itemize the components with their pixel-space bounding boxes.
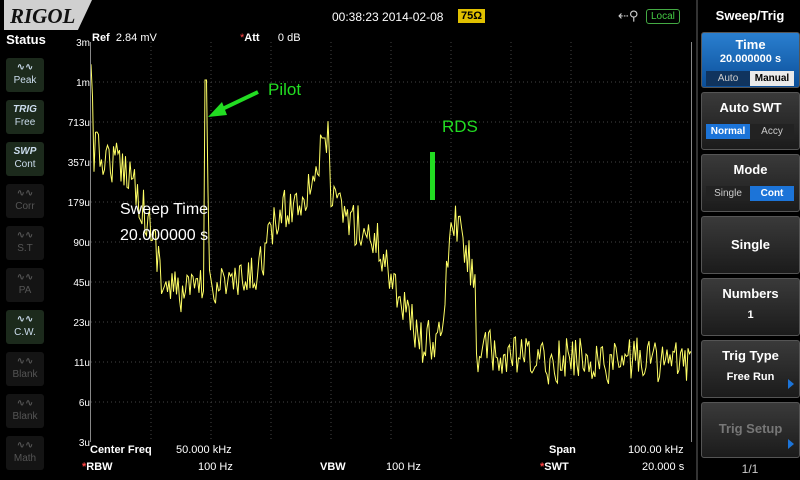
time-manual-option[interactable]: Manual — [750, 71, 794, 86]
single-softkey[interactable]: Single — [701, 216, 800, 274]
numbers-softkey[interactable]: Numbers 1 — [701, 278, 800, 336]
y-tick-label: 90u — [73, 238, 90, 249]
status-blank-indicator: ∿∿ Blank — [6, 352, 44, 386]
cw-icon: ∿∿ — [16, 314, 34, 325]
span-label: Span — [549, 444, 576, 456]
vbw-value: 100 Hz — [386, 461, 421, 473]
trig-type-value: Free Run — [726, 371, 775, 383]
rbw-value: 100 Hz — [198, 461, 233, 473]
trig-type-softkey[interactable]: Trig Type Free Run — [701, 340, 800, 398]
mode-single-option[interactable]: Single — [706, 186, 750, 201]
remote-state-badge: Local — [646, 9, 680, 24]
sweep-time-annotation-line1: Sweep Time — [120, 201, 209, 218]
auto-swt-label: Auto SWT — [719, 100, 782, 115]
submenu-arrow-icon — [788, 379, 794, 389]
auto-swt-softkey[interactable]: Auto SWT Normal Accy — [701, 92, 800, 150]
center-freq-label: Center Freq — [90, 444, 152, 456]
status-label: Corr — [15, 201, 35, 212]
auto-swt-normal-option[interactable]: Normal — [706, 124, 750, 139]
span-value: 100.00 kHz — [628, 444, 684, 456]
swt-label: SWT — [544, 461, 569, 473]
status-label: S.T — [17, 243, 33, 254]
rds-marker — [430, 152, 435, 200]
sweep-time-annotation-line2: 20.000000 s — [120, 227, 209, 244]
swt-readout: *SWT — [540, 461, 569, 473]
y-tick-label: 3u — [78, 438, 90, 449]
y-tick-label: 6u — [78, 398, 90, 409]
y-tick-label: 11u — [74, 358, 90, 369]
time-value: 20.000000 s — [719, 53, 782, 65]
auto-swt-accy-option[interactable]: Accy — [750, 124, 794, 139]
pilot-arrow-icon — [208, 90, 259, 117]
swp-icon: SWP — [13, 146, 37, 157]
time-auto-option[interactable]: Auto — [706, 71, 750, 86]
pa-icon: ∿∿ — [16, 272, 34, 283]
status-free-indicator: TRIG Free — [6, 100, 44, 134]
time-label: Time — [735, 37, 766, 52]
trig-setup-label: Trig Setup — [718, 421, 783, 436]
status-blank-indicator: ∿∿ Blank — [6, 394, 44, 428]
brand-text: RIGOL — [10, 4, 76, 28]
spectrum-trace — [91, 64, 691, 385]
rbw-label: RBW — [86, 461, 113, 473]
blank-icon: ∿∿ — [16, 398, 34, 409]
rds-annotation: RDS — [442, 117, 478, 136]
y-tick-label: 1m — [76, 78, 90, 89]
menu-title: Sweep/Trig — [715, 8, 785, 23]
y-tick-label: 45u — [73, 278, 90, 289]
time-softkey[interactable]: Time 20.000000 s Auto Manual — [701, 32, 800, 88]
impedance-badge: 75Ω — [458, 9, 486, 23]
status-label: Cont — [14, 159, 36, 170]
numbers-label: Numbers — [722, 286, 779, 301]
mode-cont-option[interactable]: Cont — [750, 186, 794, 201]
trig-type-label: Trig Type — [722, 348, 779, 363]
status-pa-indicator: ∿∿ PA — [6, 268, 44, 302]
trig-setup-softkey[interactable]: Trig Setup — [701, 402, 800, 458]
peak-icon: ∿∿ — [16, 62, 34, 73]
status-label: Free — [14, 117, 36, 128]
mode-softkey[interactable]: Mode Single Cont — [701, 154, 800, 212]
status-title: Status — [6, 32, 46, 47]
st-icon: ∿∿ — [16, 230, 34, 241]
vbw-label: VBW — [320, 461, 346, 473]
mode-label: Mode — [733, 162, 768, 177]
center-freq-value: 50.000 kHz — [176, 444, 232, 456]
corr-icon: ∿∿ — [16, 188, 34, 199]
status-math-indicator: ∿∿ Math — [6, 436, 44, 470]
auto-swt-toggle[interactable]: Normal Accy — [706, 124, 794, 139]
status-label: Peak — [13, 75, 37, 86]
mode-toggle[interactable]: Single Cont — [706, 186, 794, 201]
y-tick-label: 357u — [67, 158, 90, 169]
blank-icon: ∿∿ — [16, 356, 34, 367]
y-tick-label: 23u — [73, 318, 90, 329]
status-label: Blank — [12, 369, 38, 380]
status-label: PA — [18, 285, 32, 296]
status-peak-indicator: ∿∿ Peak — [6, 58, 44, 92]
status-label: Math — [13, 453, 37, 464]
status-cont-indicator: SWP Cont — [6, 142, 44, 176]
status-label: Blank — [12, 411, 38, 422]
time-mode-toggle[interactable]: Auto Manual — [706, 71, 794, 86]
menu-page-indicator: 1/1 — [741, 462, 759, 476]
status-st-indicator: ∿∿ S.T — [6, 226, 44, 260]
y-tick-label: 713u — [67, 118, 90, 129]
trig-icon: TRIG — [13, 104, 37, 115]
status-corr-indicator: ∿∿ Corr — [6, 184, 44, 218]
pilot-annotation: Pilot — [268, 80, 302, 99]
status-label: C.W. — [14, 327, 36, 338]
brand-logo: RIGOL — [4, 0, 92, 30]
status-cw-indicator: ∿∿ C.W. — [6, 310, 44, 344]
single-label: Single — [730, 237, 770, 252]
submenu-arrow-icon — [788, 439, 794, 449]
softkey-menu: Sweep/Trig Time 20.000000 s Auto Manual … — [696, 0, 800, 480]
rbw-readout: *RBW — [82, 461, 113, 473]
usb-icon: ⇠⚲ — [618, 8, 639, 23]
swt-value: 20.000 s — [642, 461, 685, 473]
datetime: 00:38:23 2014-02-08 — [332, 10, 444, 24]
y-tick-label: 179u — [67, 198, 90, 209]
y-tick-label: 3m — [76, 38, 90, 49]
numbers-value: 1 — [747, 309, 754, 321]
math-icon: ∿∿ — [16, 440, 34, 451]
